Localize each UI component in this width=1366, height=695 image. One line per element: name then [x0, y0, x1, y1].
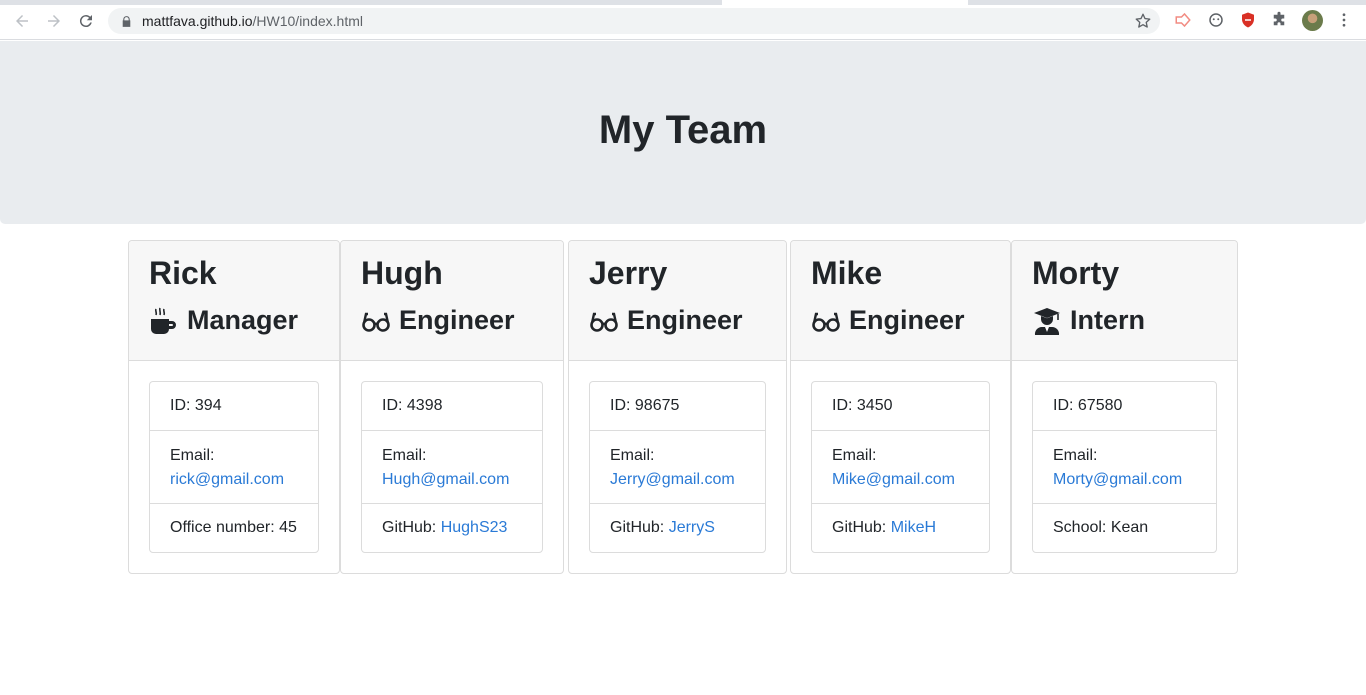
profile-avatar[interactable] — [1302, 10, 1323, 31]
github-label: GitHub: — [832, 519, 887, 536]
extensions-puzzle-icon[interactable] — [1269, 10, 1289, 30]
url-text: mattfava.github.io/HW10/index.html — [142, 13, 363, 29]
url-path: /HW10/index.html — [252, 13, 363, 29]
employee-id: ID: 98675 — [590, 382, 765, 431]
employee-card-mike: Mike Engineer ID: 3450 Email: Mike@gmail… — [790, 240, 1011, 574]
employee-id: ID: 4398 — [362, 382, 542, 431]
active-tab[interactable] — [722, 0, 968, 5]
menu-kebab-icon[interactable] — [1334, 10, 1354, 30]
email-label: Email: — [610, 447, 655, 464]
employee-name: Jerry — [589, 255, 668, 291]
address-bar[interactable]: mattfava.github.io/HW10/index.html — [108, 8, 1160, 34]
employee-name: Morty — [1032, 255, 1120, 291]
employee-id: ID: 394 — [150, 382, 318, 431]
page-title: My Team — [598, 108, 768, 152]
jumbotron-header: My Team — [0, 41, 1366, 224]
reload-button[interactable] — [75, 10, 97, 32]
card-header: Rick Manager — [129, 241, 339, 361]
card-header: Mike Engineer — [791, 241, 1010, 361]
back-button[interactable] — [11, 10, 33, 32]
github-item: GitHub: JerryS — [590, 504, 765, 552]
employee-email-item: Email: Jerry@gmail.com — [590, 431, 765, 504]
employee-name: Rick — [149, 255, 217, 291]
office-number-item: Office number: 45 — [150, 504, 318, 552]
employee-email-item: Email: Mike@gmail.com — [812, 431, 989, 504]
tab-strip — [0, 0, 1366, 5]
employee-role: Intern — [1032, 305, 1145, 336]
employee-id: ID: 67580 — [1033, 382, 1216, 431]
browser-toolbar: mattfava.github.io/HW10/index.html — [0, 0, 1366, 40]
reload-icon — [79, 15, 92, 28]
employee-email-item: Email: Hugh@gmail.com — [362, 431, 542, 504]
glasses-icon — [589, 306, 619, 336]
school-item: School: Kean — [1033, 504, 1216, 552]
school-value: Kean — [1110, 519, 1149, 536]
extension-red-arrow-icon[interactable] — [1173, 10, 1193, 30]
email-label: Email: — [382, 447, 427, 464]
role-label: Engineer — [849, 305, 965, 335]
office-label: Office number: — [170, 519, 275, 536]
email-label: Email: — [832, 447, 877, 464]
email-link[interactable]: Hugh@gmail.com — [382, 468, 522, 492]
employee-card-jerry: Jerry Engineer ID: 98675 Email: Jerry@gm… — [568, 240, 787, 574]
employee-name: Hugh — [361, 255, 443, 291]
email-link[interactable]: Morty@gmail.com — [1053, 468, 1196, 492]
github-link[interactable]: MikeH — [891, 519, 936, 537]
email-label: Email: — [1053, 447, 1098, 464]
employee-details-list: ID: 67580 Email: Morty@gmail.com School:… — [1032, 381, 1217, 553]
card-header: Morty Intern — [1012, 241, 1237, 361]
email-link[interactable]: Mike@gmail.com — [832, 468, 969, 492]
card-header: Jerry Engineer — [569, 241, 786, 361]
email-link[interactable]: Jerry@gmail.com — [610, 468, 745, 492]
card-header: Hugh Engineer — [341, 241, 563, 361]
lock-icon — [120, 14, 134, 28]
employee-details-list: ID: 394 Email: rick@gmail.com Office num… — [149, 381, 319, 553]
arrow-left-icon — [16, 15, 28, 27]
employee-card-morty: Morty Intern ID: 67580 Email: Morty@gmai… — [1011, 240, 1238, 574]
github-link[interactable]: JerryS — [669, 519, 715, 537]
role-label: Manager — [187, 305, 299, 335]
employee-details-list: ID: 98675 Email: Jerry@gmail.com GitHub:… — [589, 381, 766, 553]
graduate-icon — [1032, 306, 1062, 336]
employee-role: Engineer — [811, 305, 965, 336]
role-label: Intern — [1070, 305, 1146, 335]
employee-name: Mike — [811, 255, 883, 291]
employee-email-item: Email: rick@gmail.com — [150, 431, 318, 504]
role-label: Engineer — [627, 305, 743, 335]
forward-button[interactable] — [43, 10, 65, 32]
email-label: Email: — [170, 447, 215, 464]
employee-role: Engineer — [361, 305, 515, 336]
employee-card-rick: Rick Manager ID: 394 Email: rick@gmail.c… — [128, 240, 340, 574]
employee-email-item: Email: Morty@gmail.com — [1033, 431, 1216, 504]
github-label: GitHub: — [610, 519, 665, 536]
school-label: School: — [1053, 519, 1107, 536]
extension-shield-icon[interactable] — [1238, 10, 1258, 30]
employee-card-hugh: Hugh Engineer ID: 4398 Email: Hugh@gmail… — [340, 240, 564, 574]
employee-id: ID: 3450 — [812, 382, 989, 431]
github-label: GitHub: — [382, 519, 437, 536]
github-link[interactable]: HughS23 — [441, 519, 508, 537]
glasses-icon — [361, 306, 391, 336]
office-number-value: 45 — [279, 519, 297, 536]
github-item: GitHub: HughS23 — [362, 504, 542, 552]
employee-details-list: ID: 4398 Email: Hugh@gmail.com GitHub: H… — [361, 381, 543, 553]
bookmark-star-icon[interactable] — [1134, 12, 1152, 30]
url-host: mattfava.github.io — [142, 13, 253, 29]
arrow-right-icon — [48, 15, 60, 27]
role-label: Engineer — [399, 305, 515, 335]
email-link[interactable]: rick@gmail.com — [170, 468, 298, 492]
employee-role: Manager — [149, 305, 298, 336]
employee-details-list: ID: 3450 Email: Mike@gmail.com GitHub: M… — [811, 381, 990, 553]
extension-circle-icon[interactable] — [1206, 10, 1226, 30]
mug-icon — [149, 306, 179, 336]
glasses-icon — [811, 306, 841, 336]
github-item: GitHub: MikeH — [812, 504, 989, 552]
employee-role: Engineer — [589, 305, 743, 336]
